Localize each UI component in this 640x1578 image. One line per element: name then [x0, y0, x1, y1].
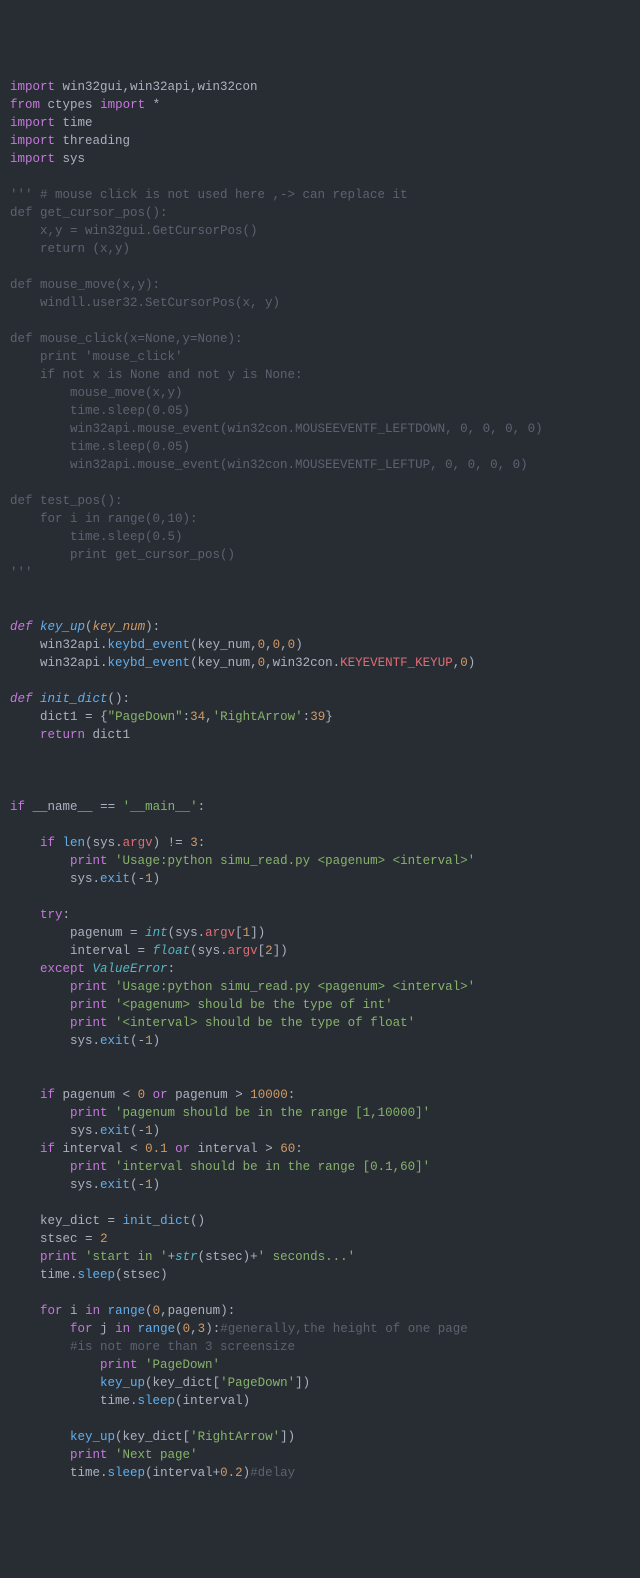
code-line[interactable]: print 'Usage:python simu_read.py <pagenu…	[10, 978, 630, 996]
code-line[interactable]: key_up(key_dict['RightArrow'])	[10, 1428, 630, 1446]
code-line[interactable]: from ctypes import *	[10, 96, 630, 114]
code-line[interactable]: x,y = win32gui.GetCursorPos()	[10, 222, 630, 240]
code-line[interactable]	[10, 474, 630, 492]
code-line[interactable]: sys.exit(-1)	[10, 1032, 630, 1050]
code-line[interactable]: ''' # mouse click is not used here ,-> c…	[10, 186, 630, 204]
code-line[interactable]	[10, 258, 630, 276]
code-line[interactable]: for i in range(0,10):	[10, 510, 630, 528]
code-line[interactable]: sys.exit(-1)	[10, 870, 630, 888]
code-line[interactable]: def test_pos():	[10, 492, 630, 510]
code-line[interactable]: dict1 = {"PageDown":34,'RightArrow':39}	[10, 708, 630, 726]
code-line[interactable]: '''	[10, 564, 630, 582]
code-line[interactable]: pagenum = int(sys.argv[1])	[10, 924, 630, 942]
code-line[interactable]: import time	[10, 114, 630, 132]
code-line[interactable]	[10, 672, 630, 690]
code-line[interactable]: win32api.mouse_event(win32con.MOUSEEVENT…	[10, 456, 630, 474]
code-line[interactable]: print 'interval should be in the range […	[10, 1158, 630, 1176]
code-line[interactable]: print get_cursor_pos()	[10, 546, 630, 564]
code-line[interactable]: print 'Usage:python simu_read.py <pagenu…	[10, 852, 630, 870]
code-line[interactable]: key_dict = init_dict()	[10, 1212, 630, 1230]
code-line[interactable]	[10, 1068, 630, 1086]
code-editor[interactable]: import win32gui,win32api,win32confrom ct…	[10, 78, 630, 1482]
code-line[interactable]: if pagenum < 0 or pagenum > 10000:	[10, 1086, 630, 1104]
code-line[interactable]: key_up(key_dict['PageDown'])	[10, 1374, 630, 1392]
code-line[interactable]: return (x,y)	[10, 240, 630, 258]
code-line[interactable]: if len(sys.argv) != 3:	[10, 834, 630, 852]
code-line[interactable]	[10, 1194, 630, 1212]
code-line[interactable]	[10, 582, 630, 600]
code-line[interactable]: time.sleep(0.05)	[10, 438, 630, 456]
code-line[interactable]	[10, 1050, 630, 1068]
code-line[interactable]	[10, 888, 630, 906]
code-line[interactable]: try:	[10, 906, 630, 924]
code-line[interactable]: def mouse_move(x,y):	[10, 276, 630, 294]
code-line[interactable]	[10, 1410, 630, 1428]
code-line[interactable]	[10, 816, 630, 834]
code-line[interactable]: import sys	[10, 150, 630, 168]
code-line[interactable]: interval = float(sys.argv[2])	[10, 942, 630, 960]
code-line[interactable]: print '<pagenum> should be the type of i…	[10, 996, 630, 1014]
code-line[interactable]	[10, 780, 630, 798]
code-line[interactable]: time.sleep(interval+0.2)#delay	[10, 1464, 630, 1482]
code-line[interactable]: time.sleep(stsec)	[10, 1266, 630, 1284]
code-line[interactable]: print 'pagenum should be in the range [1…	[10, 1104, 630, 1122]
code-line[interactable]	[10, 744, 630, 762]
code-line[interactable]: time.sleep(interval)	[10, 1392, 630, 1410]
code-line[interactable]: return dict1	[10, 726, 630, 744]
code-line[interactable]: #is not more than 3 screensize	[10, 1338, 630, 1356]
code-line[interactable]: windll.user32.SetCursorPos(x, y)	[10, 294, 630, 312]
code-line[interactable]: print 'start in '+str(stsec)+' seconds..…	[10, 1248, 630, 1266]
code-line[interactable]: def get_cursor_pos():	[10, 204, 630, 222]
code-line[interactable]: def key_up(key_num):	[10, 618, 630, 636]
code-line[interactable]: if __name__ == '__main__':	[10, 798, 630, 816]
code-line[interactable]: for i in range(0,pagenum):	[10, 1302, 630, 1320]
code-line[interactable]	[10, 600, 630, 618]
code-line[interactable]: stsec = 2	[10, 1230, 630, 1248]
code-line[interactable]: mouse_move(x,y)	[10, 384, 630, 402]
code-line[interactable]: win32api.keybd_event(key_num,0,win32con.…	[10, 654, 630, 672]
code-line[interactable]: if interval < 0.1 or interval > 60:	[10, 1140, 630, 1158]
code-line[interactable]: except ValueError:	[10, 960, 630, 978]
code-line[interactable]	[10, 762, 630, 780]
code-line[interactable]: import threading	[10, 132, 630, 150]
code-line[interactable]: print 'PageDown'	[10, 1356, 630, 1374]
code-line[interactable]: print 'Next page'	[10, 1446, 630, 1464]
code-line[interactable]	[10, 168, 630, 186]
code-line[interactable]: def init_dict():	[10, 690, 630, 708]
code-line[interactable]: time.sleep(0.5)	[10, 528, 630, 546]
code-line[interactable]: for j in range(0,3):#generally,the heigh…	[10, 1320, 630, 1338]
code-line[interactable]: time.sleep(0.05)	[10, 402, 630, 420]
code-line[interactable]: if not x is None and not y is None:	[10, 366, 630, 384]
code-line[interactable]: win32api.mouse_event(win32con.MOUSEEVENT…	[10, 420, 630, 438]
code-line[interactable]	[10, 1284, 630, 1302]
code-line[interactable]: def mouse_click(x=None,y=None):	[10, 330, 630, 348]
code-line[interactable]: import win32gui,win32api,win32con	[10, 78, 630, 96]
code-line[interactable]: sys.exit(-1)	[10, 1122, 630, 1140]
code-line[interactable]: sys.exit(-1)	[10, 1176, 630, 1194]
code-line[interactable]: print '<interval> should be the type of …	[10, 1014, 630, 1032]
code-line[interactable]	[10, 312, 630, 330]
code-line[interactable]: win32api.keybd_event(key_num,0,0,0)	[10, 636, 630, 654]
code-line[interactable]: print 'mouse_click'	[10, 348, 630, 366]
